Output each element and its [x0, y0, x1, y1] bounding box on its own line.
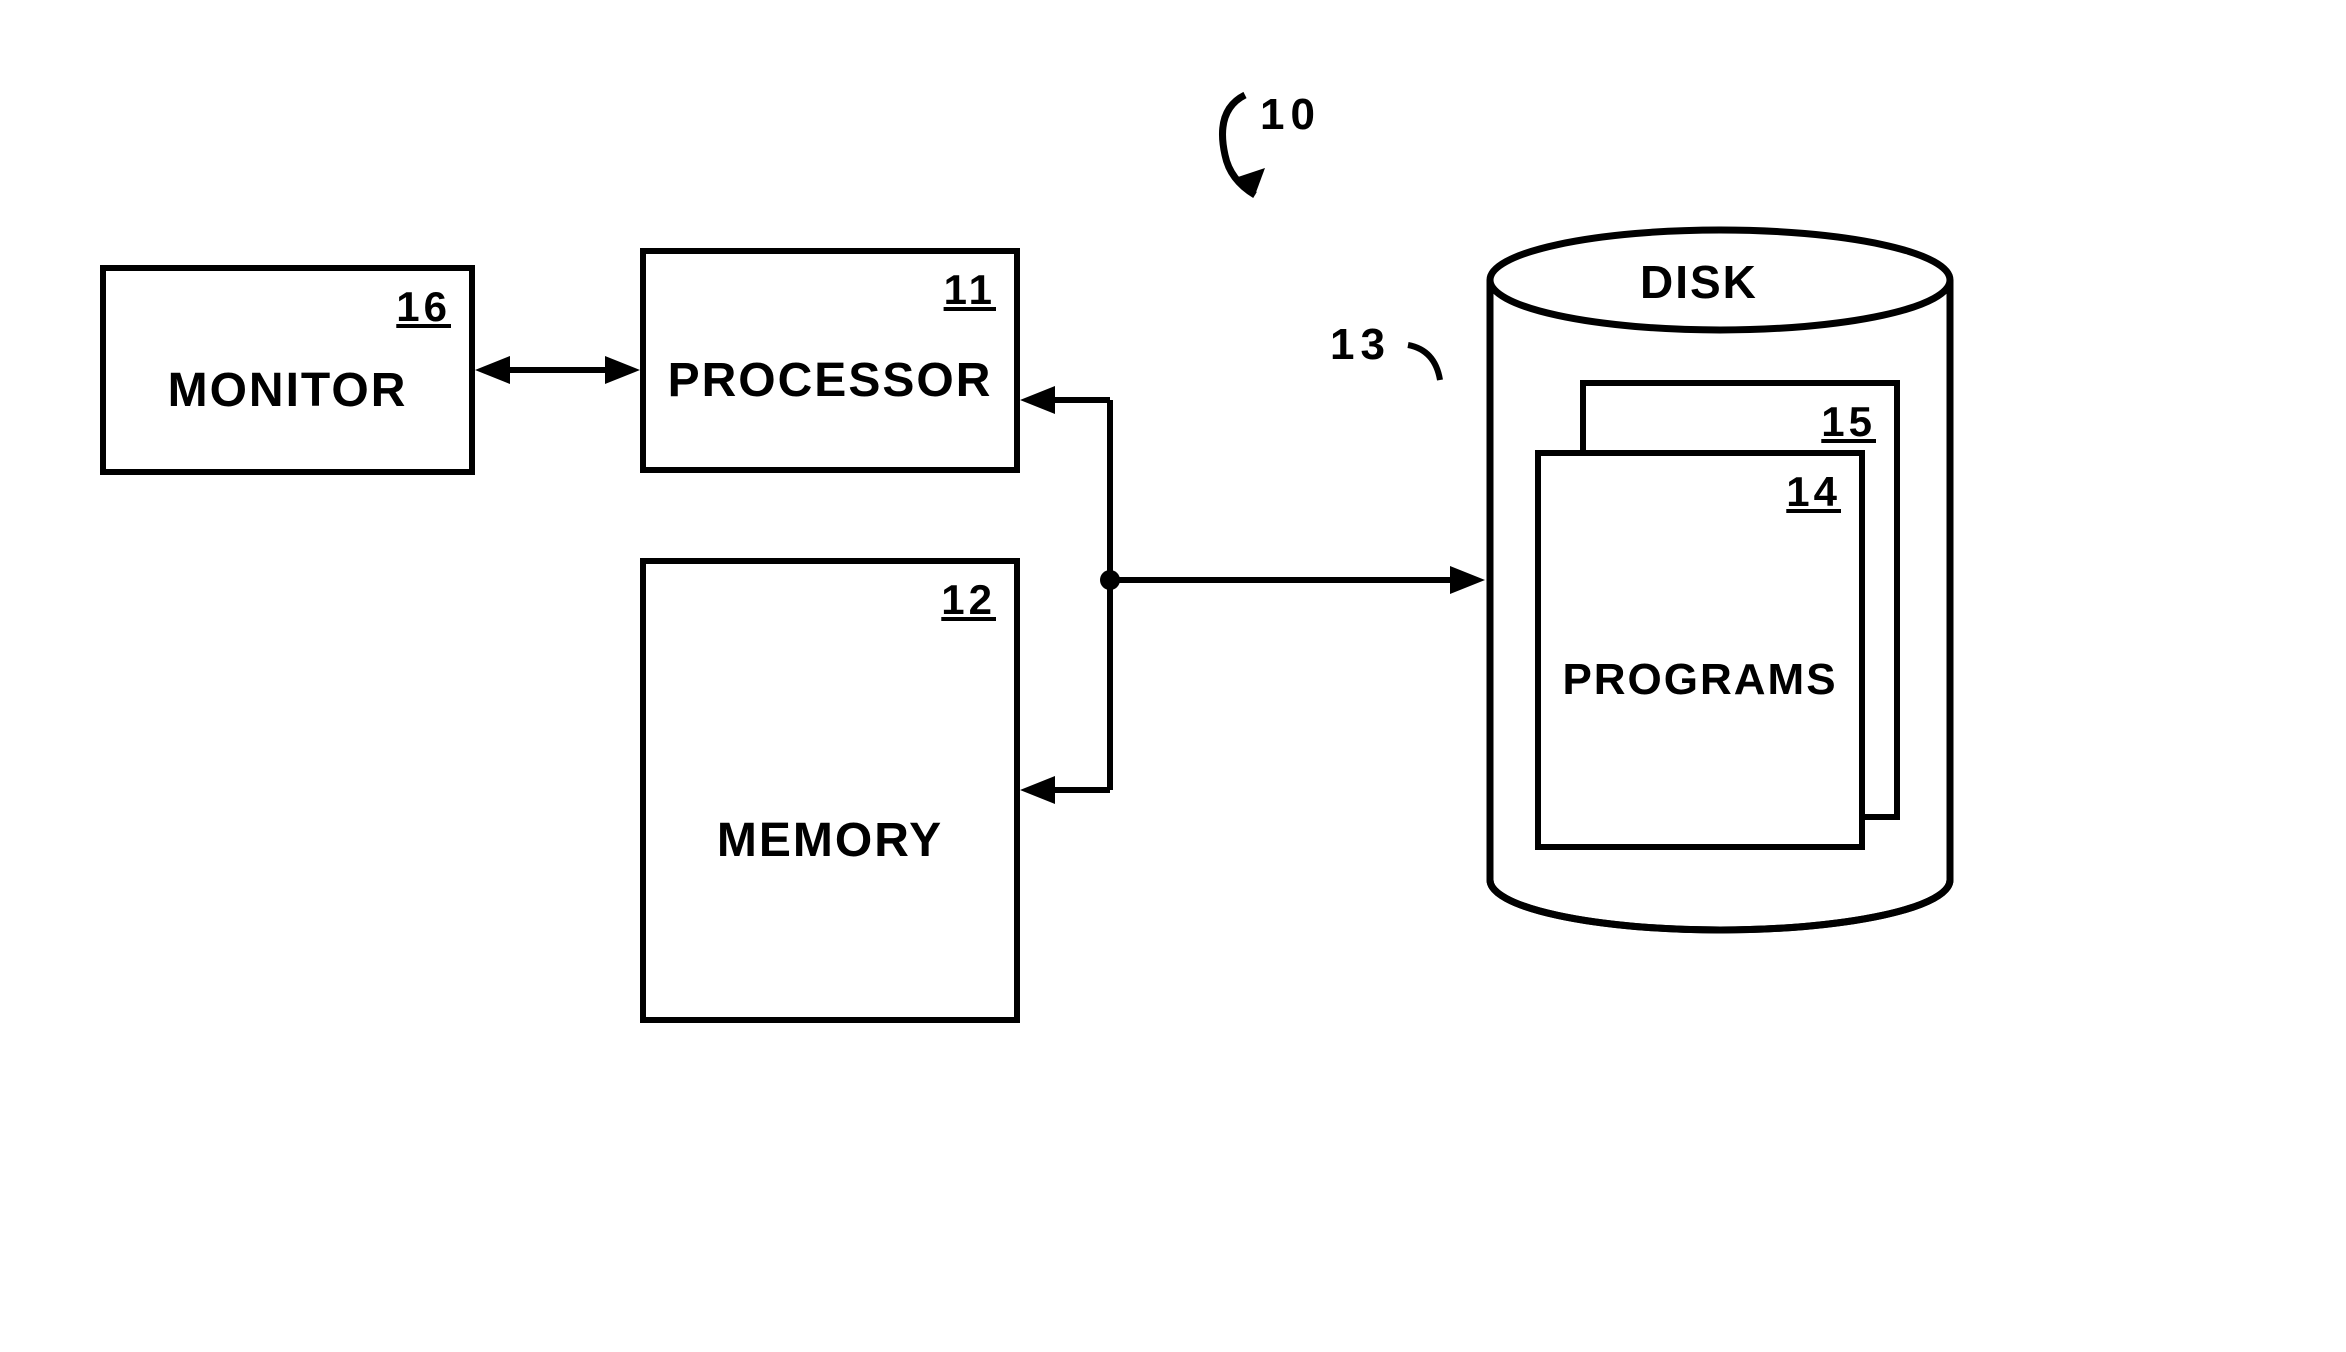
diagram-overlay — [0, 0, 2346, 1352]
ref-main-label: 10 — [1260, 90, 1321, 140]
memory-label: MEMORY — [717, 813, 943, 868]
programs-label: PROGRAMS — [1562, 655, 1837, 705]
disk-label: DISK — [1640, 255, 1758, 309]
programs-front-box: 14 PROGRAMS — [1535, 450, 1865, 850]
processor-number: 11 — [944, 266, 996, 314]
memory-number: 12 — [941, 576, 996, 624]
programs-front-number: 14 — [1786, 468, 1841, 516]
programs-back-number: 15 — [1821, 398, 1876, 446]
monitor-label: MONITOR — [168, 363, 408, 418]
memory-box: 12 MEMORY — [640, 558, 1020, 1023]
processor-box: 11 PROCESSOR — [640, 248, 1020, 473]
processor-label: PROCESSOR — [668, 353, 993, 408]
monitor-box: 16 MONITOR — [100, 265, 475, 475]
ref-disk-label: 13 — [1330, 320, 1391, 370]
monitor-number: 16 — [396, 283, 451, 331]
